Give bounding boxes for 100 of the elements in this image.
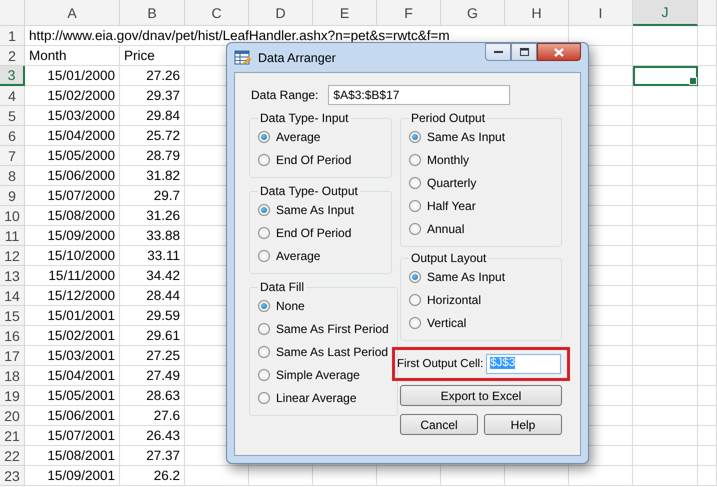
table-cell: [698, 66, 717, 86]
table-cell: 15/08/2000: [25, 206, 120, 226]
table-cell: [185, 466, 249, 486]
column-header[interactable]: B: [120, 0, 185, 26]
radio-button[interactable]: [258, 322, 270, 334]
row-header[interactable]: 9: [0, 186, 25, 206]
column-header[interactable]: E: [313, 0, 377, 26]
fill-handle[interactable]: [689, 77, 697, 85]
radio-button[interactable]: [409, 222, 421, 234]
table-cell: [698, 466, 717, 486]
radio-button[interactable]: [258, 154, 270, 166]
table-cell: 29.37: [120, 86, 185, 106]
table-cell: [698, 186, 717, 206]
radio-button[interactable]: [409, 200, 421, 212]
column-header[interactable]: A: [25, 0, 120, 26]
radio-button[interactable]: [409, 176, 421, 188]
table-cell: [633, 406, 698, 426]
table-cell: 15/05/2001: [25, 386, 120, 406]
row-header[interactable]: 2: [0, 46, 25, 66]
table-cell: 15/02/2001: [25, 326, 120, 346]
table-cell: 15/08/2001: [25, 446, 120, 466]
table-icon: [234, 50, 252, 66]
row-header[interactable]: 3: [0, 66, 25, 86]
table-cell: 15/06/2000: [25, 166, 120, 186]
row-header[interactable]: 14: [0, 286, 25, 306]
row-header[interactable]: 20: [0, 406, 25, 426]
table-cell: [313, 466, 377, 486]
close-button[interactable]: [537, 43, 581, 61]
option-label: None: [276, 298, 305, 312]
table-cell: [698, 346, 717, 366]
export-button[interactable]: Export to Excel: [400, 385, 562, 406]
radio-button[interactable]: [409, 130, 421, 142]
row-header[interactable]: 15: [0, 306, 25, 326]
column-header[interactable]: G: [441, 0, 505, 26]
table-cell: [633, 426, 698, 446]
table-cell: [698, 366, 717, 386]
row-header[interactable]: 13: [0, 266, 25, 286]
table-cell: 25.72: [120, 126, 185, 146]
option-label: Half Year: [427, 198, 476, 212]
row-header[interactable]: 18: [0, 366, 25, 386]
column-header[interactable]: I: [569, 0, 633, 26]
radio-button[interactable]: [258, 392, 270, 404]
table-cell: [633, 166, 698, 186]
radio-button[interactable]: [258, 346, 270, 358]
radio-button[interactable]: [409, 316, 421, 328]
table-cell: 27.37: [120, 446, 185, 466]
table-cell: [633, 146, 698, 166]
row-header[interactable]: 10: [0, 206, 25, 226]
data-range-field[interactable]: $A$3:$B$17: [328, 85, 510, 105]
row-header[interactable]: 8: [0, 166, 25, 186]
radio-button[interactable]: [409, 154, 421, 166]
maximize-button[interactable]: [511, 43, 537, 61]
table-cell: [698, 426, 717, 446]
table-cell: [633, 46, 698, 66]
active-cell[interactable]: [633, 66, 698, 86]
row-header[interactable]: 16: [0, 326, 25, 346]
column-header[interactable]: F: [377, 0, 441, 26]
option-label: Annual: [427, 222, 464, 236]
row-header[interactable]: 11: [0, 226, 25, 246]
option-label: Average: [276, 248, 320, 262]
radio-button[interactable]: [258, 368, 270, 380]
radio-button[interactable]: [258, 130, 270, 142]
table-cell: [633, 306, 698, 326]
dialog-button[interactable]: Help: [484, 414, 562, 435]
radio-button[interactable]: [258, 204, 270, 216]
dialog-button[interactable]: Cancel: [400, 414, 478, 435]
radio-button[interactable]: [409, 294, 421, 306]
table-cell: [698, 126, 717, 146]
row-header[interactable]: 6: [0, 126, 25, 146]
row-header[interactable]: 5: [0, 106, 25, 126]
table-cell: [633, 326, 698, 346]
table-cell: 33.88: [120, 226, 185, 246]
column-header[interactable]: C: [185, 0, 249, 26]
row-header[interactable]: 12: [0, 246, 25, 266]
column-header[interactable]: H: [505, 0, 569, 26]
option-label: End Of Period: [276, 152, 352, 166]
row-header[interactable]: 23: [0, 466, 25, 486]
table-cell: [698, 166, 717, 186]
table-cell: 15/06/2001: [25, 406, 120, 426]
maximize-icon: [520, 48, 528, 56]
row-header[interactable]: 19: [0, 386, 25, 406]
radio-button[interactable]: [409, 270, 421, 282]
row-header[interactable]: 22: [0, 446, 25, 466]
row-header[interactable]: 7: [0, 146, 25, 166]
minimize-button[interactable]: [485, 43, 511, 61]
radio-button[interactable]: [258, 300, 270, 312]
radio-button[interactable]: [258, 250, 270, 262]
window-title: Data Arranger: [258, 50, 336, 64]
column-header[interactable]: D: [249, 0, 313, 26]
column-header[interactable]: J: [633, 0, 698, 26]
table-cell: [633, 126, 698, 146]
radio-button[interactable]: [258, 226, 270, 238]
row-header[interactable]: 21: [0, 426, 25, 446]
row-header[interactable]: 17: [0, 346, 25, 366]
table-cell: [633, 26, 698, 46]
table-cell: 29.7: [120, 186, 185, 206]
row-header[interactable]: 4: [0, 86, 25, 106]
table-cell: [633, 366, 698, 386]
option-label: Linear Average: [276, 390, 357, 404]
row-header[interactable]: 1: [0, 26, 25, 46]
